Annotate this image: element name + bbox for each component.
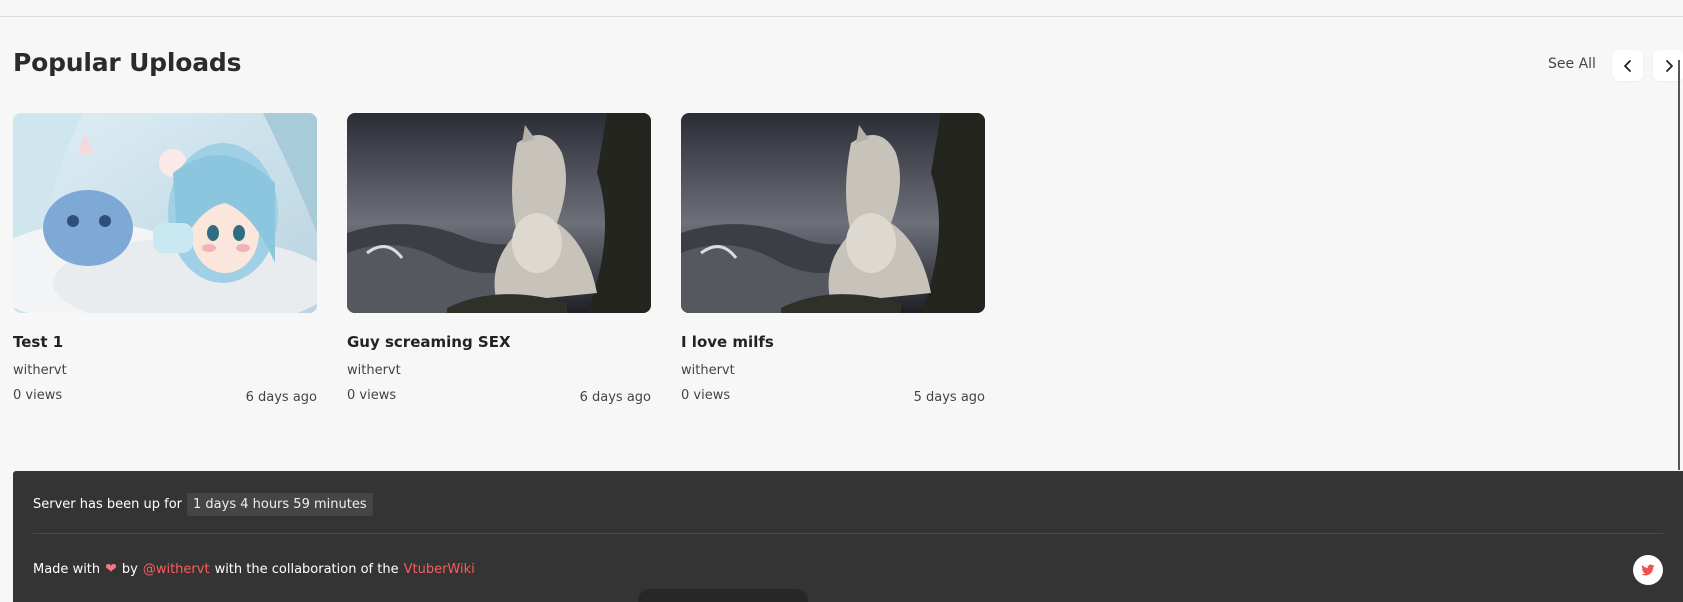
footer-divider — [33, 533, 1663, 534]
upload-age: 5 days ago — [913, 390, 985, 405]
server-uptime: Server has been up for 1 days 4 hours 59… — [33, 493, 373, 516]
view-count: 0 views — [13, 388, 63, 403]
top-divider — [0, 16, 1683, 17]
collab-text: with the collaboration of the — [214, 561, 399, 577]
upload-card[interactable]: Test 1 withervt 0 views 6 days ago — [13, 113, 317, 405]
carousel-prev-button[interactable] — [1612, 50, 1643, 81]
card-title[interactable]: Guy screaming SEX — [347, 333, 651, 351]
thumbnail-image[interactable] — [13, 113, 317, 313]
upload-card[interactable]: Guy screaming SEX withervt 0 views 6 day… — [347, 113, 651, 405]
by-text: by — [121, 561, 138, 577]
vtuberwiki-link[interactable]: VtuberWiki — [404, 562, 475, 577]
twitter-button[interactable] — [1633, 555, 1663, 585]
chevron-left-icon — [1623, 59, 1631, 72]
chevron-right-icon — [1665, 59, 1673, 72]
upload-age: 6 days ago — [245, 390, 317, 405]
twitter-icon — [1641, 564, 1655, 576]
author-link[interactable]: @withervt — [143, 562, 210, 577]
card-title[interactable]: Test 1 — [13, 333, 317, 351]
card-author[interactable]: withervt — [681, 363, 985, 378]
view-count: 0 views — [681, 388, 731, 403]
section-title: Popular Uploads — [13, 48, 242, 77]
uptime-label: Server has been up for — [33, 497, 182, 512]
card-author[interactable]: withervt — [347, 363, 651, 378]
card-title[interactable]: I love milfs — [681, 333, 985, 351]
upload-card[interactable]: I love milfs withervt 0 views 5 days ago — [681, 113, 985, 405]
heart-icon: ❤ — [105, 561, 117, 577]
card-meta: 0 views 6 days ago — [13, 388, 317, 405]
card-author[interactable]: withervt — [13, 363, 317, 378]
upload-age: 6 days ago — [579, 390, 651, 405]
uptime-value: 1 days 4 hours 59 minutes — [187, 493, 373, 516]
thumbnail-image[interactable] — [347, 113, 651, 313]
scrollbar[interactable] — [1678, 60, 1680, 470]
view-count: 0 views — [347, 388, 397, 403]
credits: Made with ❤ by @withervt with the collab… — [33, 561, 475, 577]
see-all-link[interactable]: See All — [1548, 56, 1596, 72]
thumbnail-image[interactable] — [681, 113, 985, 313]
bottom-dock — [638, 589, 808, 602]
site-footer: Server has been up for 1 days 4 hours 59… — [13, 471, 1683, 602]
card-meta: 0 views 5 days ago — [681, 388, 985, 405]
made-with-text: Made with — [33, 561, 101, 577]
card-meta: 0 views 6 days ago — [347, 388, 651, 405]
